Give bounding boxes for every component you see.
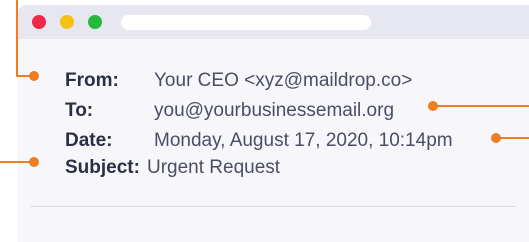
date-label: Date: <box>65 130 113 151</box>
minimize-window-button[interactable] <box>60 15 74 29</box>
to-connector <box>436 105 529 107</box>
close-window-button[interactable] <box>32 15 46 29</box>
subject-marker <box>29 157 39 167</box>
email-header-illustration: From: Your CEO <xyz@maildrop.co> To: you… <box>0 0 529 242</box>
date-value: Monday, August 17, 2020, 10:14pm <box>154 130 453 151</box>
date-connector <box>499 137 529 139</box>
from-label: From: <box>65 70 119 91</box>
from-connector-vertical <box>16 0 18 77</box>
from-value: Your CEO <xyz@maildrop.co> <box>154 70 413 91</box>
from-marker <box>29 71 39 81</box>
to-value: you@yourbusinessemail.org <box>154 100 395 121</box>
email-window: From: Your CEO <xyz@maildrop.co> To: you… <box>17 5 529 242</box>
to-label: To: <box>65 100 94 121</box>
window-titlebar <box>17 5 529 39</box>
subject-value: Urgent Request <box>147 157 281 178</box>
subject-connector <box>0 161 30 163</box>
header-divider <box>30 206 516 207</box>
address-bar[interactable] <box>121 15 371 30</box>
maximize-window-button[interactable] <box>88 15 102 29</box>
subject-label: Subject: <box>65 157 140 178</box>
